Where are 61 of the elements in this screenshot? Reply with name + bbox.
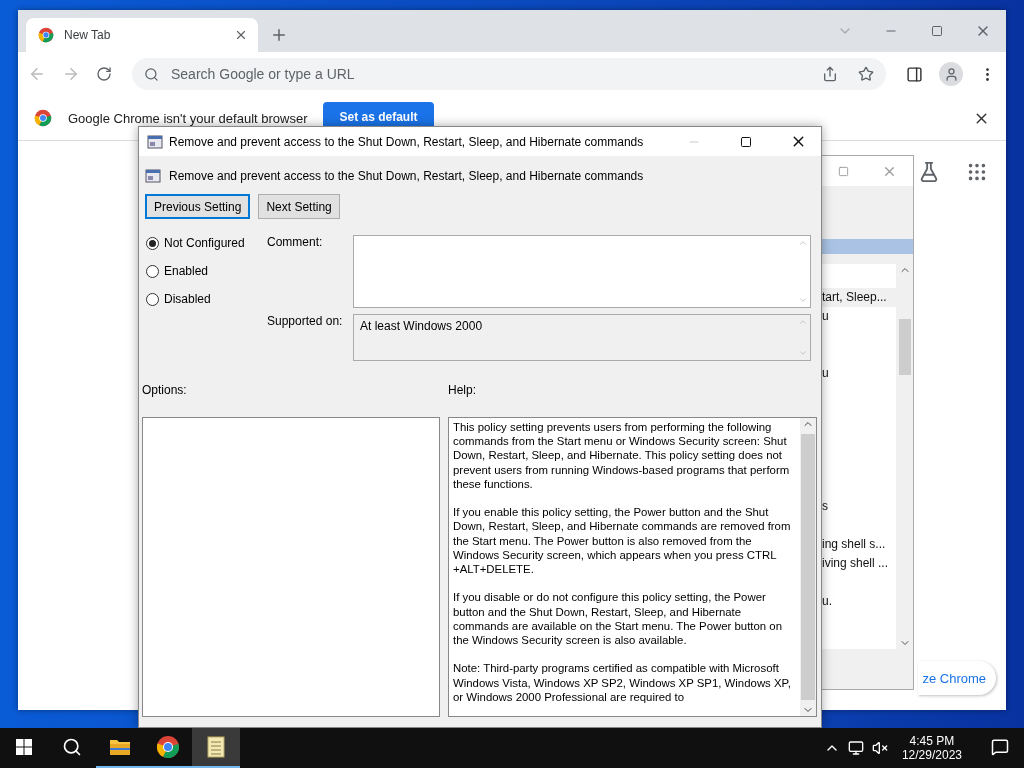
- reload-icon[interactable]: [96, 66, 112, 82]
- customize-button[interactable]: ze Chrome: [918, 661, 996, 695]
- clock-time: 4:45 PM: [909, 734, 955, 748]
- list-row[interactable]: iving shell ...: [822, 554, 896, 573]
- scrollbar-thumb[interactable]: [801, 434, 815, 700]
- list-row[interactable]: s: [822, 497, 896, 516]
- tab-title: New Tab: [64, 28, 112, 42]
- search-field[interactable]: Search Google or type a URL: [169, 65, 812, 83]
- volume-muted-icon[interactable]: [871, 740, 888, 756]
- search-icon: [62, 737, 82, 757]
- taskbar-app-button[interactable]: [192, 728, 240, 768]
- address-bar[interactable]: Search Google or type a URL: [132, 58, 886, 90]
- field-label: Supported on:: [267, 314, 344, 330]
- help-paragraph: This policy setting prevents users from performing the following commands from the Start menu or Windows Security screen: Shut Down, Restart, Sleep, and Hibernate. This policy setting does not prevent users from running Windows-based programs that perform these functions.: [453, 420, 791, 491]
- chrome-logo-icon: [38, 27, 54, 43]
- policy-icon: [145, 168, 161, 184]
- list-row[interactable]: u: [822, 307, 896, 326]
- dialog-title: Remove and prevent access to the Shut Down, Restart, Sleep, and Hibernate commands: [169, 134, 645, 149]
- radio-button[interactable]: [146, 264, 159, 278]
- help-paragraph: Note: Third-party programs certified as compatible with Microsoft Windows Vista, Windows XP SP2, Windows XP SP1, Windows XP, or Windows 2000 Professional are required to: [453, 661, 792, 704]
- notification-icon: [991, 738, 1009, 756]
- flask-icon[interactable]: [918, 161, 940, 183]
- folder-icon: [109, 738, 131, 756]
- help-paragraph: If you enable this policy setting, the Power button and the Shut Down, Restart, Sleep, and Hibernate commands are removed from the Start menu. The Power button is also removed from the Windows Security screen, which appears when you press CTRL +ALT+DELETE.: [453, 505, 792, 577]
- field-label: Comment:: [267, 235, 324, 251]
- profile-avatar[interactable]: [939, 62, 963, 86]
- radio-label: Disabled: [164, 292, 211, 306]
- list-row[interactable]: u: [822, 364, 896, 383]
- scrollbar-thumb[interactable]: [898, 318, 911, 375]
- radio-label: Not Configured: [164, 236, 245, 250]
- help-paragraph: If you disable or do not configure this policy setting, the Power button and the Shut Down, Restart, Sleep, and Hibernate commands are available on the Start menu. The Power button on the Windows Security screen is also available.: [453, 590, 784, 648]
- windows-logo-icon: [16, 739, 32, 755]
- share-icon[interactable]: [822, 66, 838, 82]
- radio-button[interactable]: [146, 292, 159, 306]
- list-row[interactable]: u.: [822, 592, 896, 611]
- radio-button[interactable]: [146, 236, 159, 250]
- setting-nav-button[interactable]: Previous Setting: [145, 194, 251, 219]
- list-row[interactable]: ing shell s...: [822, 535, 896, 554]
- list-row[interactable]: tart, Sleep...: [822, 288, 896, 307]
- radio-label: Enabled: [164, 264, 209, 278]
- close-tab-icon[interactable]: [234, 28, 248, 42]
- chrome-logo-icon: [156, 735, 180, 759]
- star-icon[interactable]: [858, 66, 874, 82]
- browser-tab[interactable]: New Tab: [26, 18, 258, 52]
- help-label: Help:: [448, 383, 477, 397]
- scrollbar[interactable]: [800, 418, 816, 716]
- notepad-icon: [207, 736, 225, 758]
- network-icon[interactable]: [847, 740, 864, 756]
- chrome-logo-icon: [34, 109, 52, 127]
- new-tab-icon[interactable]: [270, 26, 288, 44]
- clock[interactable]: 4:45 PM 12/29/2023: [895, 734, 968, 762]
- policy-icon: [147, 133, 163, 150]
- side-panel-icon[interactable]: [906, 65, 923, 83]
- supported-on-value: At least Windows 2000: [359, 318, 484, 335]
- apps-grid-icon[interactable]: [966, 161, 988, 183]
- options-label: Options:: [142, 383, 188, 397]
- search-icon: [144, 66, 159, 82]
- policy-heading: Remove and prevent access to the Shut Down, Restart, Sleep, and Hibernate commands: [169, 169, 644, 183]
- infobar-message: Google Chrome isn't your default browser: [68, 110, 308, 126]
- setting-nav-button[interactable]: Next Setting: [258, 194, 340, 219]
- clock-date: 12/29/2023: [901, 748, 962, 762]
